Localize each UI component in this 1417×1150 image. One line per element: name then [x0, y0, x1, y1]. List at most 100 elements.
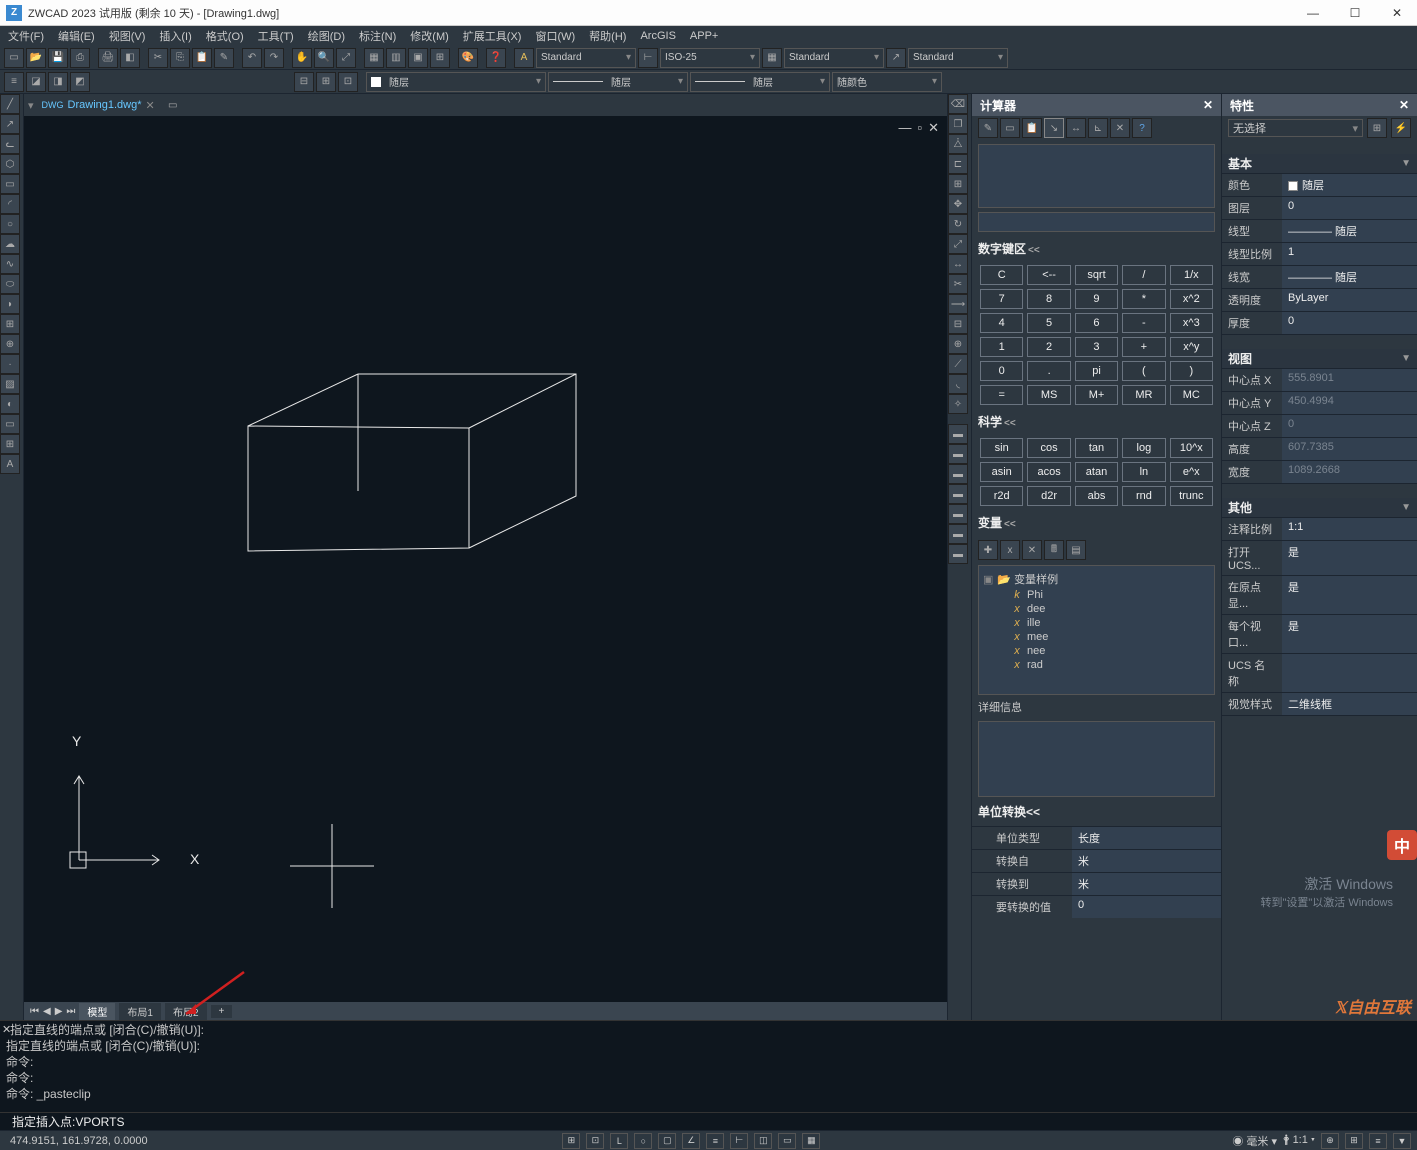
calc-key-.[interactable]: . — [1027, 361, 1070, 381]
polyline-icon[interactable]: ᓚ — [0, 134, 20, 154]
polygon-icon[interactable]: ⬡ — [0, 154, 20, 174]
prop-row-图层[interactable]: 图层0 — [1222, 197, 1417, 220]
array-icon[interactable]: ⊞ — [948, 174, 968, 194]
calc-key-0[interactable]: 0 — [980, 361, 1023, 381]
color-combo[interactable]: 随颜色▾ — [832, 72, 942, 92]
calc-key-sqrt[interactable]: sqrt — [1075, 265, 1118, 285]
palette-icon[interactable]: 🎨 — [458, 48, 478, 68]
join-icon[interactable]: ⊕ — [948, 334, 968, 354]
save-icon[interactable]: 💾 — [48, 48, 68, 68]
hatch-icon[interactable]: ▨ — [0, 374, 20, 394]
prop-group-basic[interactable]: 基本▼ — [1222, 154, 1417, 174]
calc-angle-icon[interactable]: ⊾ — [1088, 118, 1108, 138]
calc-key-MC[interactable]: MC — [1170, 385, 1213, 405]
tab-first-icon[interactable]: ⏮ — [30, 1006, 39, 1017]
tile-v-icon[interactable]: ▥ — [386, 48, 406, 68]
prop-row-线宽[interactable]: 线宽———— 随层 — [1222, 266, 1417, 289]
var-item-nee[interactable]: x nee — [983, 644, 1210, 658]
calc-key-1[interactable]: 1 — [980, 337, 1023, 357]
calc-key-C[interactable]: C — [980, 265, 1023, 285]
prop-pick-icon[interactable]: ⊞ — [1367, 118, 1387, 138]
fillet-icon[interactable]: ◟ — [948, 374, 968, 394]
tablestyle-icon[interactable]: ▦ — [762, 48, 782, 68]
layout-tab-add[interactable]: + — [211, 1005, 233, 1018]
match-prop-icon[interactable]: ✎ — [214, 48, 234, 68]
model-toggle[interactable]: ▭ — [778, 1133, 796, 1149]
gradient-icon[interactable]: ◐ — [0, 394, 20, 414]
calc-key-4[interactable]: 4 — [980, 313, 1023, 333]
copy-obj-icon[interactable]: ❐ — [948, 114, 968, 134]
ime-indicator[interactable]: 中 — [1387, 830, 1417, 860]
saveas-icon[interactable]: ⎙ — [70, 48, 90, 68]
insert-block-icon[interactable]: ⊞ — [0, 314, 20, 334]
menu-window[interactable]: 窗口(W) — [531, 26, 579, 46]
calc-sci-10^x[interactable]: 10^x — [1170, 438, 1213, 458]
tab-next-icon[interactable]: ▶ — [55, 1006, 63, 1017]
draworder-3-icon[interactable]: ▬ — [948, 464, 968, 484]
calc-sci-asin[interactable]: asin — [980, 462, 1023, 482]
calc-key-8[interactable]: 8 — [1027, 289, 1070, 309]
properties-close-icon[interactable]: ✕ — [1399, 98, 1409, 112]
menu-extend[interactable]: 扩展工具(X) — [459, 26, 526, 46]
tablestyle-combo[interactable]: Standard▾ — [784, 48, 884, 68]
calc-key-2[interactable]: 2 — [1027, 337, 1070, 357]
calc-help-icon[interactable]: ? — [1132, 118, 1152, 138]
calc-key-M+[interactable]: M+ — [1075, 385, 1118, 405]
drawing-canvas[interactable]: — ▫ ✕ X Y — [24, 116, 947, 1002]
close-tab-icon[interactable]: ✕ — [146, 99, 155, 112]
calc-sci-cos[interactable]: cos — [1027, 438, 1070, 458]
calc-sci-abs[interactable]: abs — [1075, 486, 1118, 506]
status-btn3[interactable]: ≡ — [1369, 1133, 1387, 1149]
prop-row-打开 UCS...[interactable]: 打开 UCS...是 — [1222, 541, 1417, 576]
revcloud-icon[interactable]: ☁ — [0, 234, 20, 254]
calc-sci-log[interactable]: log — [1122, 438, 1165, 458]
linetype-combo[interactable]: 随层▾ — [548, 72, 688, 92]
prop-row-每个视口...[interactable]: 每个视口...是 — [1222, 615, 1417, 654]
lineweight-combo[interactable]: 随层▾ — [690, 72, 830, 92]
menu-insert[interactable]: 插入(I) — [155, 26, 195, 46]
menu-help[interactable]: 帮助(H) — [585, 26, 630, 46]
calc-section-unit[interactable]: 单位转换<< — [978, 803, 1215, 820]
menu-app[interactable]: APP+ — [686, 28, 722, 44]
region-icon[interactable]: ▭ — [0, 414, 20, 434]
calc-section-sci[interactable]: 科学<< — [978, 413, 1215, 430]
mleaderstyle-combo[interactable]: Standard▾ — [908, 48, 1008, 68]
snap-toggle[interactable]: ⊞ — [562, 1133, 580, 1149]
anno-toggle[interactable]: ▦ — [802, 1133, 820, 1149]
calculator-close-icon[interactable]: ✕ — [1203, 98, 1213, 112]
prop-row-颜色[interactable]: 颜色随层 — [1222, 174, 1417, 197]
layer-state-icon[interactable]: ◪ — [26, 72, 46, 92]
calc-key-=[interactable]: = — [980, 385, 1023, 405]
menu-draw[interactable]: 绘图(D) — [304, 26, 349, 46]
dyn-toggle[interactable]: ⊢ — [730, 1133, 748, 1149]
xline-icon[interactable]: ↗ — [0, 114, 20, 134]
calc-key-3[interactable]: 3 — [1075, 337, 1118, 357]
menu-edit[interactable]: 编辑(E) — [54, 26, 99, 46]
calc-hist-icon[interactable]: ▭ — [1000, 118, 1020, 138]
prop-row-UCS 名称[interactable]: UCS 名称 — [1222, 654, 1417, 693]
layer-prev-icon[interactable]: ◩ — [70, 72, 90, 92]
prop-row-在原点显...[interactable]: 在原点显...是 — [1222, 576, 1417, 615]
make-block-icon[interactable]: ⊕ — [0, 334, 20, 354]
menu-format[interactable]: 格式(O) — [202, 26, 248, 46]
otrack-toggle[interactable]: ∠ — [682, 1133, 700, 1149]
layout-tab-1[interactable]: 布局1 — [119, 1003, 161, 1020]
var-item-dee[interactable]: x dee — [983, 602, 1210, 616]
zoom-extents-icon[interactable]: ⤢ — [336, 48, 356, 68]
calc-sci-d2r[interactable]: d2r — [1027, 486, 1070, 506]
calc-key-([interactable]: ( — [1122, 361, 1165, 381]
status-units[interactable]: ◉ 毫米 ▾ — [1232, 1133, 1277, 1149]
layer-tool2-icon[interactable]: ⊞ — [316, 72, 336, 92]
stretch-icon[interactable]: ↔ — [948, 254, 968, 274]
layout-tab-2[interactable]: 布局2 — [165, 1003, 207, 1020]
mtext-icon[interactable]: A — [0, 454, 20, 474]
layer-combo[interactable]: 随层▾ — [366, 72, 546, 92]
doc-tab-active[interactable]: DWG Drawing1.dwg* ✕ — [38, 97, 159, 114]
var-list-icon[interactable]: ▤ — [1066, 540, 1086, 560]
cmd-close-icon[interactable]: ✕ — [2, 1023, 11, 1038]
draworder-2-icon[interactable]: ▬ — [948, 444, 968, 464]
table-icon[interactable]: ⊞ — [0, 434, 20, 454]
close-button[interactable]: ✕ — [1383, 3, 1411, 23]
calc-key-6[interactable]: 6 — [1075, 313, 1118, 333]
calc-sci-atan[interactable]: atan — [1075, 462, 1118, 482]
